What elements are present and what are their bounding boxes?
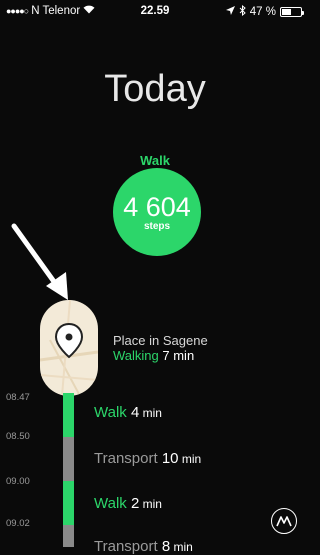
steps-bubble[interactable]: 4 604 steps [113,168,201,256]
activity-label: Walk [140,153,170,168]
timeline-entry-walk[interactable]: Walk 4 min [94,404,162,421]
timeline-segment-transport [63,525,74,547]
timeline-segment-transport [63,437,74,481]
bluetooth-icon [239,4,246,19]
entry-unit: min [173,540,193,554]
entry-unit: min [142,497,162,511]
entry-value: 10 [161,450,179,467]
timeline-entry-transport[interactable]: Transport 10 min [94,450,201,467]
place-name[interactable]: Place in Sagene [113,333,208,348]
place-map-thumbnail[interactable] [40,300,98,396]
timeline-bar [63,393,74,547]
timeline-entry-walk[interactable]: Walk 2 min [94,495,162,512]
place-duration: 7 min [162,348,195,363]
place-subtitle: Walking 7 min [113,348,194,363]
entry-activity: Walk [94,404,127,421]
location-icon [225,6,235,18]
page-title: Today [104,68,206,110]
entry-activity: Walk [94,495,127,512]
steps-count: 4 604 [123,191,191,222]
moves-logo-button[interactable] [271,508,297,534]
entry-activity: Transport [94,450,158,467]
timeline-segment-walk [63,393,74,437]
steps-unit: steps [143,220,171,232]
status-bar: ●●●●○ N Telenor 22.59 47 % [0,0,310,22]
place-activity: Walking [113,348,159,363]
time-label: 09.00 [6,476,30,487]
annotation-arrow-icon [11,223,68,300]
battery-icon [280,7,304,17]
status-right: 47 % [225,4,304,19]
entry-unit: min [181,452,202,466]
entry-unit: min [142,406,162,420]
time-label: 09.02 [6,518,30,529]
time-label: 08.50 [6,431,30,442]
moves-logo-icon [276,516,292,527]
timeline-segment-walk [63,481,74,525]
map-thumbnail-icon [40,300,98,396]
time-label: 08.47 [6,392,30,403]
battery-percent: 47 % [249,6,276,18]
